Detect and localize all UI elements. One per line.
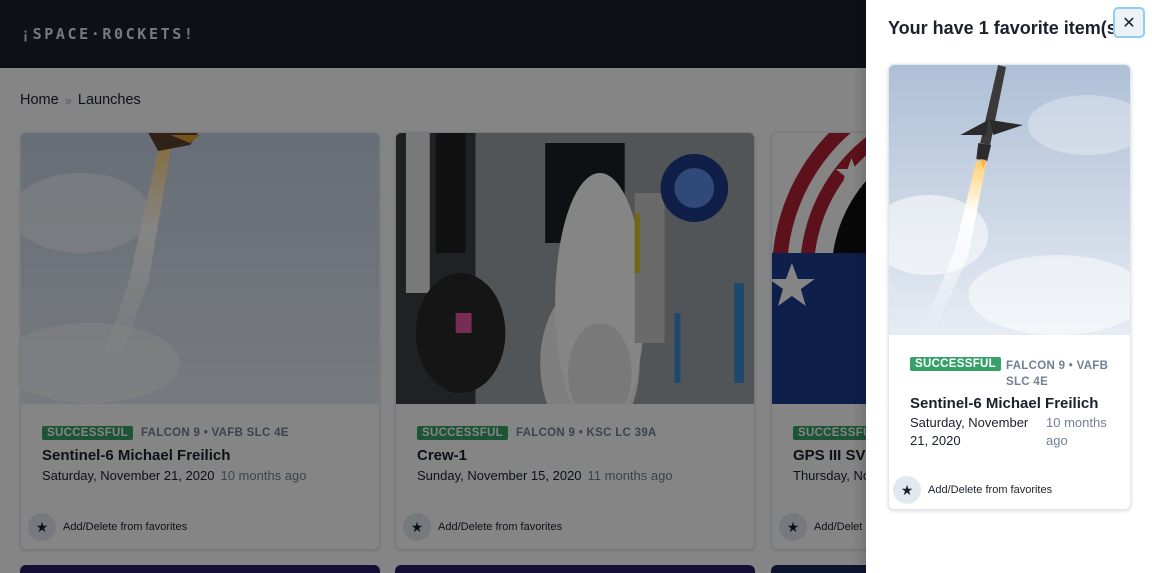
favorite-title: Sentinel-6 Michael Freilich (910, 395, 1099, 412)
favorite-date: Saturday, November 21, 2020 (910, 415, 1029, 448)
favorite-card[interactable]: SUCCESSFUL FALCON 9 • VAFB SLC 4E Sentin… (888, 64, 1131, 510)
close-icon: ✕ (1122, 14, 1136, 32)
close-button[interactable]: ✕ (1113, 7, 1145, 38)
status-badge: SUCCESSFUL (910, 357, 1001, 371)
rocket-site: FALCON 9 • VAFB SLC 4E (1006, 360, 1109, 388)
favorite-toggle-label: Add/Delete from favorites (928, 484, 1053, 496)
drawer-title: Your have 1 favorite item(s) (888, 18, 1123, 38)
star-icon[interactable]: ★ (893, 476, 921, 504)
favorite-image (889, 65, 1130, 335)
favorite-toggle[interactable]: ★ Add/Delete from favorites (893, 476, 1052, 504)
favorite-date-ago: 10 months ago (1046, 415, 1107, 448)
favorites-drawer: Your have 1 favorite item(s) ✕ SUCCESSFU… (866, 0, 1152, 573)
